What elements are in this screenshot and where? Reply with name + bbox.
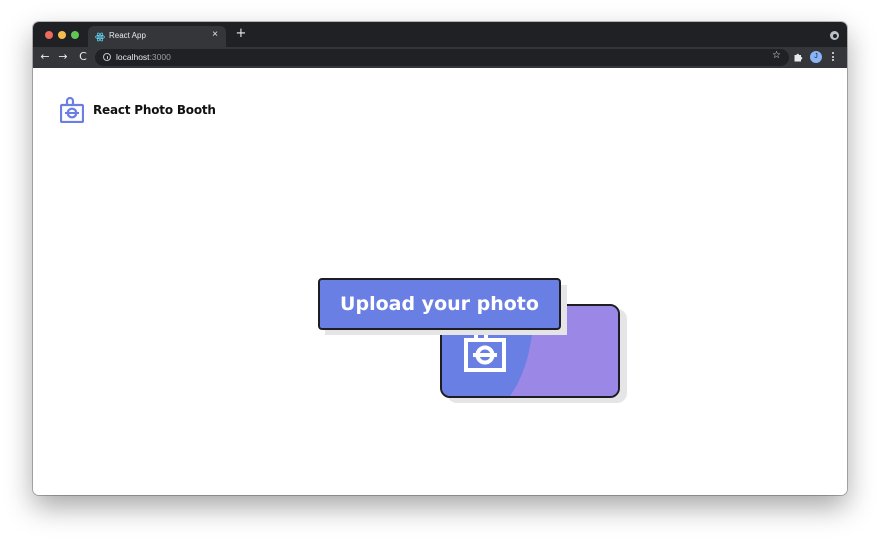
browser-toolbar: ← → C localhost:3000 ☆ J (33, 47, 847, 68)
tab-title: React App (109, 31, 146, 40)
info-icon[interactable] (103, 53, 111, 61)
tab-close-icon[interactable]: × (209, 29, 221, 41)
window-menu-icon[interactable] (830, 31, 839, 40)
tab-bar: React App × + (33, 22, 847, 47)
page-viewport: React Photo Booth Upload your photo (33, 68, 847, 495)
forward-button[interactable]: → (56, 50, 70, 64)
url-text: localhost:3000 (116, 52, 171, 62)
reload-button[interactable]: C (76, 50, 90, 64)
close-window-button[interactable] (45, 31, 53, 39)
kebab-menu-icon[interactable] (831, 51, 835, 63)
tab-react-app[interactable]: React App × (88, 26, 226, 47)
address-bar[interactable]: localhost:3000 ☆ (95, 49, 789, 66)
camera-lock-icon (60, 97, 84, 123)
browser-window: React App × + ← → C localhost:3000 ☆ J R… (33, 22, 847, 495)
url-port: :3000 (149, 52, 171, 62)
react-favicon-icon (95, 32, 105, 42)
profile-avatar[interactable]: J (810, 51, 822, 63)
maximize-window-button[interactable] (71, 31, 79, 39)
puzzle-extension-icon[interactable] (793, 52, 803, 62)
star-icon[interactable]: ☆ (772, 50, 781, 61)
back-button[interactable]: ← (38, 50, 52, 64)
upload-photo-button[interactable]: Upload your photo (318, 278, 561, 330)
app-title: React Photo Booth (93, 103, 216, 117)
new-tab-button[interactable]: + (234, 27, 248, 41)
minimize-window-button[interactable] (58, 31, 66, 39)
url-host: localhost (116, 52, 150, 62)
